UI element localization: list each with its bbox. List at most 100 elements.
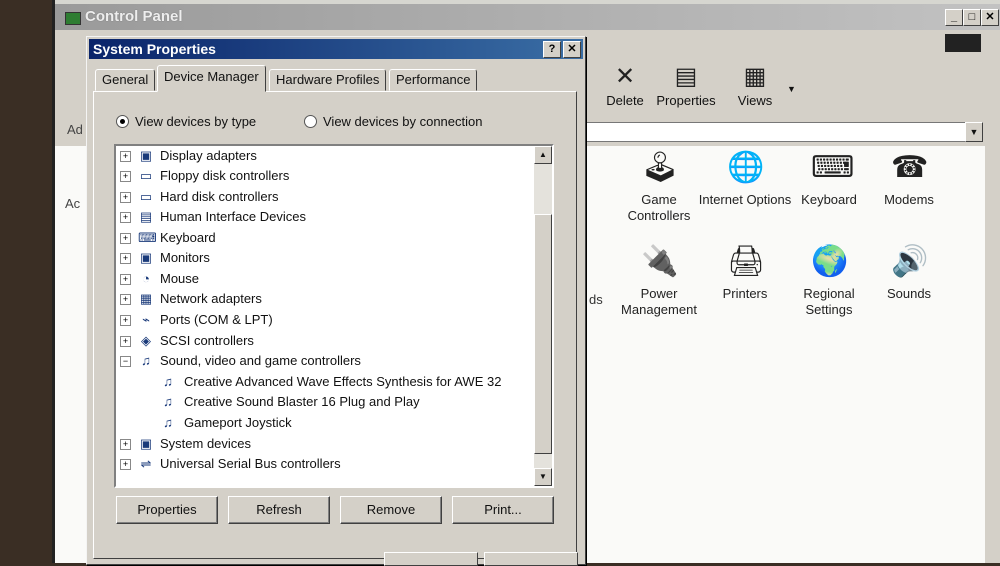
tab-general[interactable]: General [95, 69, 156, 91]
keyboard-icon: ⌨ [811, 151, 855, 184]
expand-icon[interactable]: + [120, 192, 131, 203]
collapse-icon[interactable]: − [120, 356, 131, 367]
minimize-button[interactable]: _ [945, 9, 963, 26]
device-tree[interactable]: + ▣ Display adapters + ▭ Floppy disk con… [114, 144, 554, 488]
control-panel-icon [65, 12, 81, 25]
views-icon: ▦ [743, 63, 767, 90]
ok-button[interactable] [384, 552, 478, 566]
expand-icon[interactable]: + [120, 233, 131, 244]
speaker-icon: 🔊 [891, 245, 929, 278]
cp-item-label: Printers [722, 286, 768, 301]
cp-item-label: Sounds [886, 286, 932, 301]
tree-item-label: Keyboard [160, 230, 216, 245]
expand-icon[interactable]: + [120, 294, 131, 305]
control-panel-titlebar: Control Panel _ □ ✕ [55, 4, 1000, 30]
expand-icon[interactable]: + [120, 274, 131, 285]
tree-item-label: Network adapters [160, 291, 262, 306]
address-dropdown-icon[interactable]: ▼ [965, 122, 983, 142]
properties-toolbar-button[interactable]: ▤ Properties [655, 63, 717, 109]
refresh-button[interactable]: Refresh [228, 496, 330, 524]
control-panel-scrollbar[interactable] [985, 146, 1000, 563]
scroll-thumb[interactable] [534, 214, 552, 454]
expand-icon[interactable]: + [120, 336, 131, 347]
expand-icon[interactable]: + [120, 171, 131, 182]
cp-item-label: Internet Options [698, 192, 792, 207]
views-dropdown-icon[interactable]: ▼ [787, 84, 796, 94]
cp-item-modems[interactable]: ☎ Modems [861, 150, 957, 208]
disk-drive-icon: ▭ [139, 189, 153, 204]
tree-item-label: System devices [160, 436, 252, 451]
cp-item-label: Game Controllers [627, 192, 691, 223]
scsi-icon: ◈ [141, 333, 151, 348]
close-button[interactable]: ✕ [981, 9, 999, 26]
cp-item-label: Power Management [621, 286, 697, 317]
expand-icon[interactable]: + [120, 439, 131, 450]
radio-by-connection[interactable]: View devices by connection [304, 114, 482, 129]
address-label: Ad [67, 122, 83, 137]
tree-item-label: Ports (COM & LPT) [160, 312, 273, 327]
expand-icon[interactable]: + [120, 253, 131, 264]
views-button[interactable]: ▦ Views [731, 63, 779, 109]
scroll-down-icon[interactable]: ▼ [534, 468, 552, 486]
sound-device-icon: ♫ [141, 353, 151, 368]
tree-item-label: Floppy disk controllers [160, 168, 290, 183]
disk-drive-icon: ▭ [139, 168, 153, 183]
maximize-button[interactable]: □ [963, 9, 981, 26]
globe-icon: 🌐 [727, 151, 765, 184]
expand-icon[interactable]: + [120, 151, 131, 162]
tab-performance[interactable]: Performance [389, 69, 478, 91]
cp-item-sounds[interactable]: 🔊 Sounds [861, 244, 957, 302]
tree-item-label: Human Interface Devices [160, 209, 306, 224]
expand-icon[interactable]: + [120, 315, 131, 326]
printer-folder-icon: 🖨 [727, 245, 766, 278]
cp-item-internet-options[interactable]: 🌐 Internet Options [697, 150, 793, 208]
delete-icon: ✕ [614, 63, 636, 90]
joystick-icon: 🕹 [641, 151, 680, 184]
print-button[interactable]: Print... [452, 496, 554, 524]
delete-button[interactable]: ✕ Delete [600, 63, 650, 109]
cutoff-item-label: ds [589, 292, 603, 307]
radio-by-type-label: View devices by type [135, 114, 257, 129]
expand-icon[interactable]: + [120, 459, 131, 470]
windows-logo-icon [945, 34, 981, 52]
radio-by-connection-label: View devices by connection [323, 114, 483, 129]
dialog-title: System Properties [93, 41, 216, 57]
computer-icon: ▣ [139, 436, 153, 451]
keyboard-icon: ⌨ [138, 230, 157, 245]
cp-item-power-management[interactable]: 🔌 Power Management [611, 244, 707, 318]
properties-toolbar-label: Properties [656, 93, 716, 108]
address-input[interactable] [585, 122, 967, 142]
cancel-button[interactable] [484, 552, 578, 566]
left-pane-text: Ac [65, 196, 81, 211]
control-panel-title: Control Panel [85, 8, 183, 25]
tree-item-label: Mouse [160, 271, 200, 286]
remove-button[interactable]: Remove [340, 496, 442, 524]
tree-item-label: Hard disk controllers [160, 189, 279, 204]
radio-unselected-icon [304, 115, 317, 128]
tree-item-label: Display adapters [160, 148, 257, 163]
properties-icon: ▤ [674, 63, 698, 90]
views-label: Views [737, 93, 773, 108]
dialog-close-button[interactable]: ✕ [563, 41, 581, 58]
radio-selected-icon [116, 115, 129, 128]
tree-item-label: SCSI controllers [160, 333, 254, 348]
delete-label: Delete [606, 93, 644, 108]
properties-button[interactable]: Properties [116, 496, 218, 524]
tree-item-label: Creative Advanced Wave Effects Synthesis… [184, 374, 502, 389]
tree-item-label: Sound, video and game controllers [160, 353, 361, 368]
scroll-up-icon[interactable]: ▲ [534, 146, 552, 164]
modem-icon: ☎ [891, 151, 929, 184]
tree-item-label: Gameport Joystick [184, 415, 292, 430]
power-icon: 🔌 [641, 245, 679, 278]
tab-hardware-profiles[interactable]: Hardware Profiles [269, 69, 387, 91]
tab-device-manager[interactable]: Device Manager [157, 65, 266, 92]
network-card-icon: ▦ [139, 291, 153, 306]
hid-icon: ▤ [139, 209, 153, 224]
cp-item-game-controllers[interactable]: 🕹 Game Controllers [611, 150, 707, 224]
radio-by-type[interactable]: View devices by type [116, 114, 256, 129]
cp-item-printers[interactable]: 🖨 Printers [697, 244, 793, 302]
port-icon: ⌁ [142, 312, 150, 327]
help-button[interactable]: ? [543, 41, 561, 58]
expand-icon[interactable]: + [120, 212, 131, 223]
tree-scrollbar[interactable]: ▲ ▼ [534, 146, 552, 486]
